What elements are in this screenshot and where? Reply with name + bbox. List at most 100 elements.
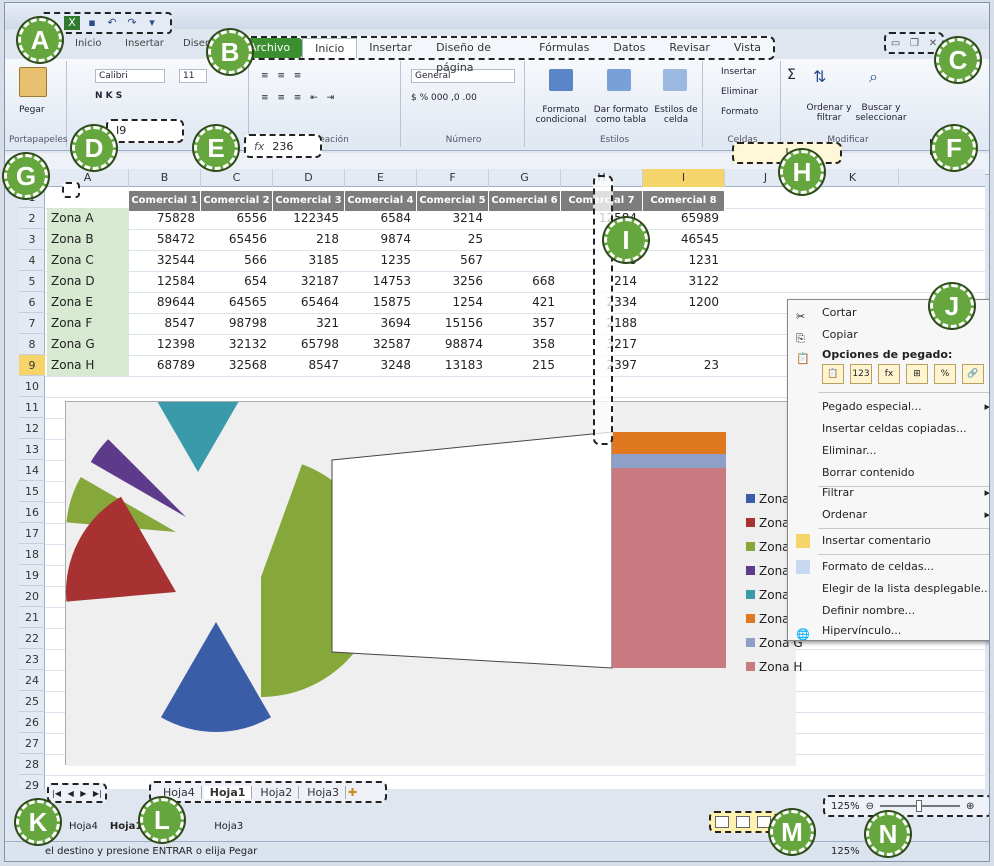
zone-cell[interactable]: Zona E [47,292,129,313]
save-icon[interactable]: ▪ [84,16,100,30]
menu-item-filter[interactable]: Filtrar ▸ [788,482,989,504]
value-cell[interactable]: 567 [417,250,489,271]
menu-item-copy[interactable]: ⎘ Copiar [788,324,989,346]
value-cell[interactable] [489,229,561,250]
value-cell[interactable]: 668 [489,271,561,292]
paste-label[interactable]: Pegar [19,105,45,115]
zone-cell[interactable]: Zona B [47,229,129,250]
menu-item-format-cells[interactable]: Formato de celdas... [788,556,989,578]
cell-styles-icon[interactable] [663,69,687,91]
value-cell[interactable]: 89644 [129,292,201,313]
menu-item-pick-list[interactable]: Elegir de la lista desplegable... [788,578,989,600]
font-select[interactable]: Calibri [95,69,165,83]
prev-sheet-icon[interactable]: ◀ [68,789,74,798]
formula-input[interactable]: fx 236 [244,134,322,158]
first-sheet-icon[interactable]: |◀ [52,789,61,798]
restore-icon[interactable]: ❐ [910,38,919,49]
paste-option-button[interactable]: 📋 [822,364,844,384]
column-header[interactable]: G [489,169,561,187]
paste-option-button[interactable]: ⊞ [906,364,928,384]
sheet-tab-active[interactable]: Hoja1 [203,785,253,799]
value-cell[interactable]: 6556 [201,208,273,229]
value-cell[interactable]: 3122 [643,271,725,292]
paste-option-button[interactable]: 123 [850,364,872,384]
delete-cells-button[interactable]: Eliminar [721,87,758,97]
sort-icon[interactable]: ⇅ [813,67,826,86]
tab-home[interactable]: Inicio [302,38,358,58]
next-sheet-icon[interactable]: ▶ [80,789,86,798]
row-header[interactable]: 24 [19,670,45,691]
select-all-button[interactable] [62,182,80,198]
value-cell[interactable]: 98874 [417,334,489,355]
column-header[interactable]: A [47,169,129,187]
value-cell[interactable]: 75828 [129,208,201,229]
customize-icon[interactable]: ▾ [144,16,160,30]
value-cell[interactable]: 122345 [273,208,345,229]
redo-icon[interactable]: ↷ [124,16,140,30]
row-header[interactable]: 26 [19,712,45,733]
value-cell[interactable]: 15156 [417,313,489,334]
find-select-label[interactable]: Buscar y seleccionar [853,103,909,123]
row-header[interactable]: 12 [19,418,45,439]
menu-item-delete[interactable]: Eliminar... [788,440,989,462]
sheet-tab[interactable]: Hoja4 [69,821,98,832]
value-cell[interactable]: 65456 [201,229,273,250]
value-cell[interactable]: 13183 [417,355,489,376]
name-box[interactable]: I9 [106,119,184,143]
table-format-icon[interactable] [607,69,631,91]
stacked-bar-segment[interactable] [612,432,726,454]
value-cell[interactable]: 3185 [273,250,345,271]
row-header[interactable]: 16 [19,502,45,523]
sheet-tab[interactable]: Hoja3 [214,821,243,832]
fx-icon[interactable]: fx [254,140,264,153]
zone-cell[interactable]: Zona A [47,208,129,229]
row-header[interactable]: 9 [19,355,45,376]
tab-view[interactable]: Vista [722,38,773,58]
formula-value[interactable]: 236 [272,140,293,153]
value-cell[interactable]: 32544 [129,250,201,271]
value-cell[interactable]: 6584 [345,208,417,229]
value-cell[interactable]: 1235 [345,250,417,271]
row-header[interactable]: 13 [19,439,45,460]
menu-item-clear[interactable]: Borrar contenido [788,462,989,484]
paste-option-button[interactable]: % [934,364,956,384]
row-header[interactable]: 3 [19,229,45,250]
column-header[interactable]: I [643,169,725,187]
value-cell[interactable]: 98798 [201,313,273,334]
paste-option-button[interactable]: 🔗 [962,364,984,384]
stacked-bar-segment[interactable] [612,468,726,668]
sheet-tab[interactable]: Hoja2 [254,785,300,799]
zoom-slider[interactable] [879,800,960,812]
row-header[interactable]: 6 [19,292,45,313]
column-header[interactable]: E [345,169,417,187]
row-header[interactable]: 11 [19,397,45,418]
value-cell[interactable]: 321 [273,313,345,334]
font-size-select[interactable]: 11 [179,69,207,83]
row-header[interactable]: 7 [19,313,45,334]
value-cell[interactable]: 32187 [273,271,345,292]
undo-icon[interactable]: ↶ [104,16,120,30]
value-cell[interactable]: 68789 [129,355,201,376]
number-icons[interactable]: $ % 000 ,0 .00 [411,93,477,103]
page-break-icon[interactable] [757,816,772,828]
value-cell[interactable]: 3214 [417,208,489,229]
value-cell[interactable]: 65464 [273,292,345,313]
menu-item-paste-special[interactable]: Pegado especial... ▸ [788,396,989,418]
value-cell[interactable]: 64565 [201,292,273,313]
value-cell[interactable]: 58472 [129,229,201,250]
value-cell[interactable]: 46545 [643,229,725,250]
value-cell[interactable] [489,250,561,271]
minimize-icon[interactable]: ▭ [891,38,900,49]
value-cell[interactable]: 32568 [201,355,273,376]
menu-item-sort[interactable]: Ordenar ▸ [788,504,989,526]
normal-view-icon[interactable] [714,816,729,828]
tab-formulas[interactable]: Fórmulas [527,38,601,58]
column-resize-highlight[interactable] [593,175,613,445]
sum-icon[interactable]: Σ [787,67,796,83]
row-header[interactable]: 2 [19,208,45,229]
stacked-bar-segment[interactable] [612,454,726,468]
format-cells-button[interactable]: Formato [721,107,758,117]
zone-cell[interactable]: Zona D [47,271,129,292]
value-cell[interactable]: 3248 [345,355,417,376]
column-header[interactable]: F [417,169,489,187]
